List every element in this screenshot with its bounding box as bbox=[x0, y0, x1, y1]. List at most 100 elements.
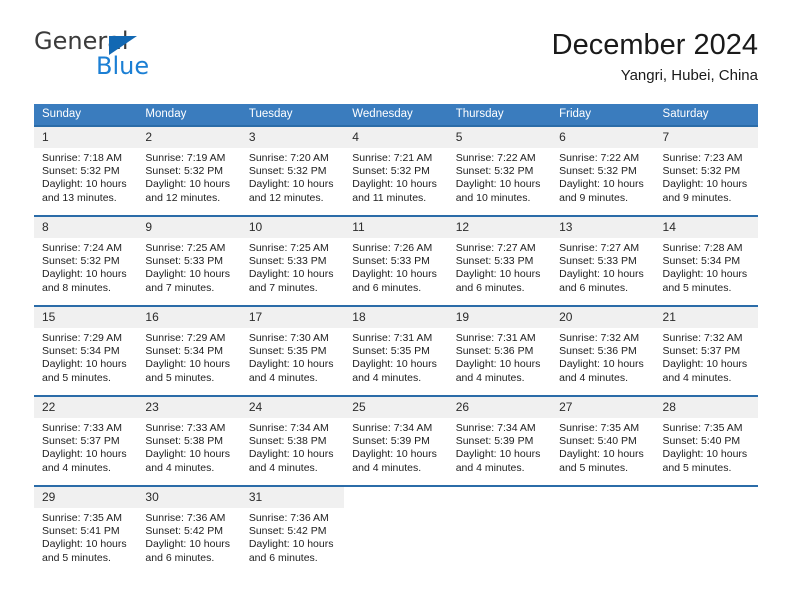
day-detail-sunrise: Sunrise: 7:32 AM bbox=[559, 332, 640, 344]
calendar-day-cell[interactable]: 15 Sunrise: 7:29 AM Sunset: 5:34 PM Dayligh… bbox=[34, 305, 138, 396]
day-detail-daylight2: and 4 minutes. bbox=[455, 461, 525, 474]
day-detail-daylight1: Daylight: 10 hours bbox=[352, 448, 437, 461]
calendar-day-cell[interactable]: 7 Sunrise: 7:23 AM Sunset: 5:32 PM Daylight… bbox=[654, 125, 758, 216]
day-detail-sunrise: Sunrise: 7:19 AM bbox=[145, 152, 226, 164]
calendar-day-cell[interactable]: 25 Sunrise: 7:34 AM Sunset: 5:39 PM Dayligh… bbox=[344, 395, 448, 486]
page-header: General Blue December 2024 Yangri, Hubei… bbox=[34, 28, 758, 98]
day-detail-daylight2: and 13 minutes. bbox=[42, 191, 117, 204]
calendar-day-cell[interactable]: 22 Sunrise: 7:33 AM Sunset: 5:37 PM Dayligh… bbox=[34, 395, 138, 486]
day-detail-daylight1: Daylight: 10 hours bbox=[145, 448, 231, 461]
day-detail-daylight2: and 11 minutes. bbox=[352, 191, 427, 204]
day-detail-sunrise: Sunrise: 7:20 AM bbox=[248, 152, 329, 164]
calendar-day-cell[interactable]: 24 Sunrise: 7:34 AM Sunset: 5:38 PM Dayligh… bbox=[240, 395, 345, 486]
calendar-day-cell[interactable]: 30 Sunrise: 7:36 AM Sunset: 5:42 PM Dayligh… bbox=[137, 485, 241, 575]
day-detail-sunrise: Sunrise: 7:31 AM bbox=[455, 332, 536, 344]
calendar-day-cell[interactable]: 29 Sunrise: 7:35 AM Sunset: 5:41 PM Dayligh… bbox=[34, 485, 138, 575]
calendar-week-row: 1 Sunrise: 7:18 AM Sunset: 5:32 PM Daylight… bbox=[34, 125, 758, 216]
day-number: 7 bbox=[654, 127, 758, 148]
day-number: 17 bbox=[240, 307, 345, 328]
day-detail-daylight2: and 4 minutes. bbox=[145, 461, 215, 474]
calendar-day-cell[interactable]: 10 Sunrise: 7:25 AM Sunset: 5:33 PM Dayligh… bbox=[240, 215, 345, 306]
calendar-day-cell[interactable]: 16 Sunrise: 7:29 AM Sunset: 5:34 PM Dayligh… bbox=[137, 305, 241, 396]
day-number: 25 bbox=[344, 397, 448, 418]
calendar-day-cell[interactable]: 28 Sunrise: 7:35 AM Sunset: 5:40 PM Dayligh… bbox=[654, 395, 758, 486]
page-subtitle: Yangri, Hubei, China bbox=[620, 67, 758, 84]
day-detail-sunrise: Sunrise: 7:36 AM bbox=[248, 512, 329, 524]
day-detail-sunrise: Sunrise: 7:25 AM bbox=[248, 242, 329, 254]
calendar-day-cell-empty bbox=[344, 485, 448, 575]
calendar-day-cell[interactable]: 18 Sunrise: 7:31 AM Sunset: 5:35 PM Dayligh… bbox=[344, 305, 448, 396]
day-detail-sunset: Sunset: 5:34 PM bbox=[145, 345, 224, 358]
calendar-day-cell[interactable]: 4 Sunrise: 7:21 AM Sunset: 5:32 PM Daylight… bbox=[344, 125, 448, 216]
calendar-day-cell[interactable]: 13 Sunrise: 7:27 AM Sunset: 5:33 PM Dayligh… bbox=[551, 215, 655, 306]
day-detail-daylight1: Daylight: 10 hours bbox=[42, 538, 127, 551]
day-details: Sunrise: 7:18 AM Sunset: 5:32 PM Daylight:… bbox=[34, 148, 137, 205]
day-details: Sunrise: 7:27 AM Sunset: 5:33 PM Daylight:… bbox=[551, 238, 654, 295]
day-detail-daylight2: and 7 minutes. bbox=[145, 281, 215, 294]
calendar-day-cell[interactable]: 12 Sunrise: 7:27 AM Sunset: 5:33 PM Dayligh… bbox=[447, 215, 552, 306]
day-detail-daylight2: and 4 minutes. bbox=[352, 461, 422, 474]
day-detail-sunset: Sunset: 5:32 PM bbox=[145, 165, 224, 178]
day-detail-sunset: Sunset: 5:42 PM bbox=[145, 525, 224, 538]
calendar-day-cell[interactable]: 5 Sunrise: 7:22 AM Sunset: 5:32 PM Daylight… bbox=[447, 125, 552, 216]
calendar-day-cell[interactable]: 17 Sunrise: 7:30 AM Sunset: 5:35 PM Dayligh… bbox=[240, 305, 345, 396]
calendar-week-row: 22 Sunrise: 7:33 AM Sunset: 5:37 PM Dayligh… bbox=[34, 395, 758, 486]
day-detail-sunset: Sunset: 5:34 PM bbox=[662, 255, 741, 268]
calendar-day-cell[interactable]: 20 Sunrise: 7:32 AM Sunset: 5:36 PM Dayligh… bbox=[551, 305, 655, 396]
day-details: Sunrise: 7:36 AM Sunset: 5:42 PM Daylight:… bbox=[137, 508, 240, 565]
day-number: 28 bbox=[654, 397, 758, 418]
calendar-day-cell[interactable]: 19 Sunrise: 7:31 AM Sunset: 5:36 PM Dayligh… bbox=[447, 305, 552, 396]
day-detail-sunrise: Sunrise: 7:36 AM bbox=[145, 512, 226, 524]
day-details: Sunrise: 7:26 AM Sunset: 5:33 PM Daylight:… bbox=[344, 238, 447, 295]
day-detail-sunset: Sunset: 5:32 PM bbox=[352, 165, 430, 178]
calendar-day-cell[interactable]: 9 Sunrise: 7:25 AM Sunset: 5:33 PM Daylight… bbox=[137, 215, 241, 306]
day-details: Sunrise: 7:32 AM Sunset: 5:37 PM Daylight:… bbox=[655, 328, 758, 385]
day-number: 14 bbox=[654, 217, 758, 238]
day-detail-sunset: Sunset: 5:33 PM bbox=[455, 255, 534, 268]
weekday-header-sunday: Sunday bbox=[34, 104, 138, 126]
day-detail-sunrise: Sunrise: 7:29 AM bbox=[145, 332, 226, 344]
day-detail-daylight1: Daylight: 10 hours bbox=[145, 538, 231, 551]
day-detail-sunrise: Sunrise: 7:26 AM bbox=[352, 242, 433, 254]
calendar-day-cell[interactable]: 2 Sunrise: 7:19 AM Sunset: 5:32 PM Daylight… bbox=[137, 125, 241, 216]
day-detail-sunset: Sunset: 5:33 PM bbox=[559, 255, 637, 268]
calendar-day-cell[interactable]: 8 Sunrise: 7:24 AM Sunset: 5:32 PM Daylight… bbox=[34, 215, 138, 306]
day-number: 22 bbox=[34, 397, 138, 418]
day-number bbox=[447, 487, 552, 508]
day-number: 9 bbox=[137, 217, 241, 238]
general-blue-logo[interactable]: General Blue bbox=[34, 28, 244, 88]
day-detail-daylight1: Daylight: 10 hours bbox=[455, 358, 541, 371]
calendar-day-cell[interactable]: 6 Sunrise: 7:22 AM Sunset: 5:32 PM Daylight… bbox=[551, 125, 655, 216]
day-detail-daylight2: and 12 minutes. bbox=[145, 191, 221, 204]
calendar-day-cell[interactable]: 27 Sunrise: 7:35 AM Sunset: 5:40 PM Dayligh… bbox=[551, 395, 655, 486]
calendar-day-cell[interactable]: 11 Sunrise: 7:26 AM Sunset: 5:33 PM Dayligh… bbox=[344, 215, 448, 306]
calendar-day-cell[interactable]: 14 Sunrise: 7:28 AM Sunset: 5:34 PM Dayligh… bbox=[654, 215, 758, 306]
day-number: 20 bbox=[551, 307, 655, 328]
day-details: Sunrise: 7:19 AM Sunset: 5:32 PM Daylight:… bbox=[137, 148, 240, 205]
day-detail-sunset: Sunset: 5:37 PM bbox=[662, 345, 741, 358]
day-detail-sunset: Sunset: 5:36 PM bbox=[455, 345, 534, 358]
day-details: Sunrise: 7:33 AM Sunset: 5:38 PM Daylight:… bbox=[137, 418, 240, 475]
day-detail-daylight1: Daylight: 10 hours bbox=[248, 268, 334, 281]
weekday-header-tuesday: Tuesday bbox=[240, 104, 345, 126]
calendar-day-cell[interactable]: 3 Sunrise: 7:20 AM Sunset: 5:32 PM Daylight… bbox=[240, 125, 345, 216]
day-details: Sunrise: 7:28 AM Sunset: 5:34 PM Daylight:… bbox=[655, 238, 758, 295]
page-title: December 2024 bbox=[551, 29, 758, 61]
day-details: Sunrise: 7:21 AM Sunset: 5:32 PM Daylight:… bbox=[344, 148, 447, 205]
day-detail-sunset: Sunset: 5:41 PM bbox=[42, 525, 120, 538]
day-detail-daylight2: and 4 minutes. bbox=[248, 371, 318, 384]
weekday-header-wednesday: Wednesday bbox=[344, 104, 448, 126]
day-detail-daylight2: and 4 minutes. bbox=[455, 371, 525, 384]
day-detail-daylight1: Daylight: 10 hours bbox=[42, 358, 127, 371]
calendar-day-cell[interactable]: 26 Sunrise: 7:34 AM Sunset: 5:39 PM Dayligh… bbox=[447, 395, 552, 486]
calendar-day-cell[interactable]: 21 Sunrise: 7:32 AM Sunset: 5:37 PM Dayligh… bbox=[654, 305, 758, 396]
day-detail-daylight2: and 8 minutes. bbox=[42, 281, 111, 294]
day-details: Sunrise: 7:31 AM Sunset: 5:36 PM Daylight:… bbox=[448, 328, 551, 385]
day-detail-daylight2: and 6 minutes. bbox=[352, 281, 422, 294]
day-number: 8 bbox=[34, 217, 138, 238]
calendar-day-cell[interactable]: 1 Sunrise: 7:18 AM Sunset: 5:32 PM Daylight… bbox=[34, 125, 138, 216]
calendar-day-cell[interactable]: 23 Sunrise: 7:33 AM Sunset: 5:38 PM Dayligh… bbox=[137, 395, 241, 486]
calendar-day-cell[interactable]: 31 Sunrise: 7:36 AM Sunset: 5:42 PM Dayligh… bbox=[240, 485, 345, 575]
day-detail-daylight1: Daylight: 10 hours bbox=[662, 268, 748, 281]
day-number: 10 bbox=[240, 217, 345, 238]
